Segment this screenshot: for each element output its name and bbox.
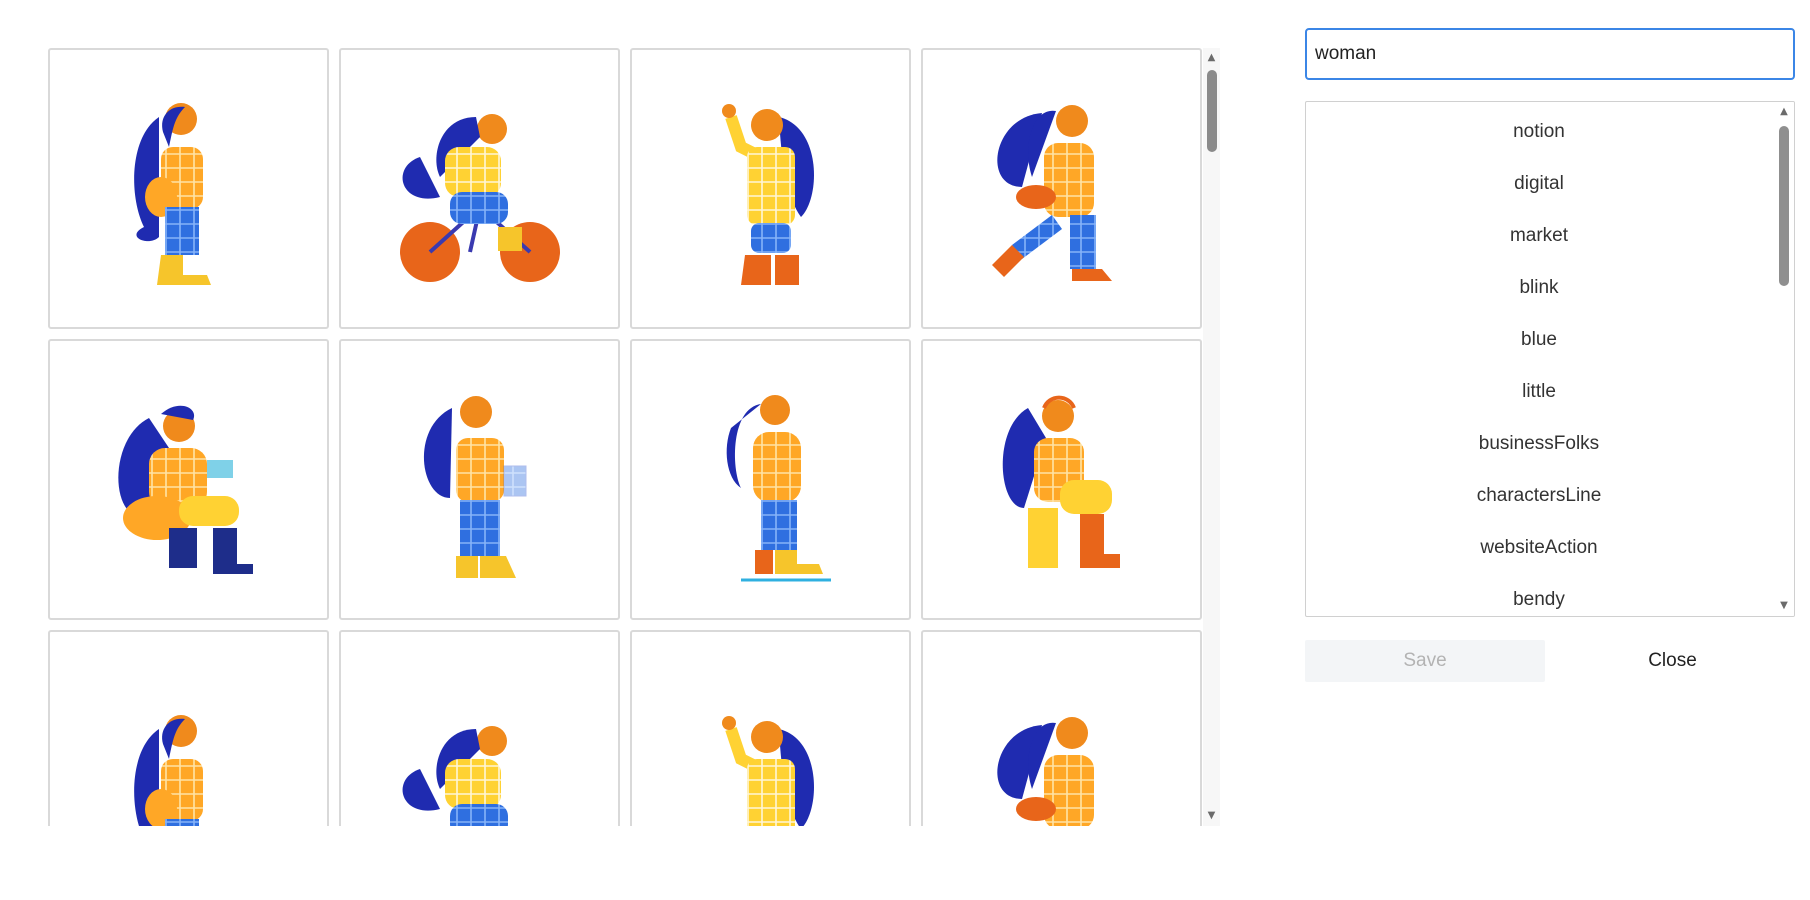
scroll-up-arrow-icon[interactable]: ▲ [1203, 50, 1220, 66]
woman-thinking-illustration [671, 632, 871, 826]
gallery-tile[interactable] [339, 339, 620, 620]
woman-waving-illustration [671, 77, 871, 301]
tag-items: notion digital market blink blue little busine… [1306, 102, 1794, 616]
woman-standing-illustration [89, 77, 289, 301]
gallery-tile[interactable] [921, 339, 1202, 620]
tag-option[interactable]: businessFolks [1306, 418, 1772, 470]
tag-option[interactable]: notion [1306, 106, 1772, 158]
tag-search-input[interactable] [1305, 28, 1795, 80]
tag-option[interactable]: market [1306, 210, 1772, 262]
woman-looking-up-illustration [671, 368, 871, 592]
woman-reading-book-illustration [89, 632, 289, 826]
tag-suggestion-list: notion digital market blink blue little busine… [1305, 101, 1795, 617]
tag-option[interactable]: blink [1306, 262, 1772, 314]
gallery-tile[interactable] [630, 630, 911, 826]
tag-option[interactable]: websiteAction [1306, 522, 1772, 574]
scroll-up-arrow-icon[interactable]: ▲ [1774, 104, 1794, 120]
woman-cycling-illustration [380, 77, 580, 301]
tag-list-scrollbar[interactable]: ▲ ▼ [1774, 102, 1794, 616]
save-button[interactable]: Save [1305, 640, 1545, 682]
illustration-gallery [48, 48, 1220, 826]
gallery-tile[interactable] [48, 48, 329, 329]
tag-option[interactable]: digital [1306, 158, 1772, 210]
tag-list-scroll-thumb[interactable] [1779, 126, 1789, 286]
gallery-tile[interactable] [921, 630, 1202, 826]
woman-holding-basket-illustration [380, 368, 580, 592]
gallery-tile[interactable] [339, 48, 620, 329]
tag-option[interactable]: bendy [1306, 574, 1772, 616]
woman-sitting-chair-illustration [962, 632, 1162, 826]
gallery-grid [48, 48, 1220, 826]
gallery-tile[interactable] [48, 339, 329, 620]
woman-walking-illustration [962, 77, 1162, 301]
woman-reading-illustration [89, 368, 289, 592]
gallery-tile[interactable] [339, 630, 620, 826]
tag-option[interactable]: blue [1306, 314, 1772, 366]
woman-sitting-headphones-illustration [962, 368, 1162, 592]
gallery-tile[interactable] [630, 48, 911, 329]
gallery-scrollbar[interactable]: ▲ ▼ [1203, 48, 1220, 826]
gallery-scroll-thumb[interactable] [1207, 70, 1217, 152]
gallery-tile[interactable] [921, 48, 1202, 329]
woman-raising-fist-illustration [380, 632, 580, 826]
scroll-down-arrow-icon[interactable]: ▼ [1203, 808, 1220, 824]
scroll-down-arrow-icon[interactable]: ▼ [1774, 598, 1794, 614]
gallery-tile[interactable] [630, 339, 911, 620]
close-button[interactable]: Close [1560, 640, 1785, 682]
tag-option[interactable]: charactersLine [1306, 470, 1772, 522]
tag-option[interactable]: little [1306, 366, 1772, 418]
gallery-tile[interactable] [48, 630, 329, 826]
